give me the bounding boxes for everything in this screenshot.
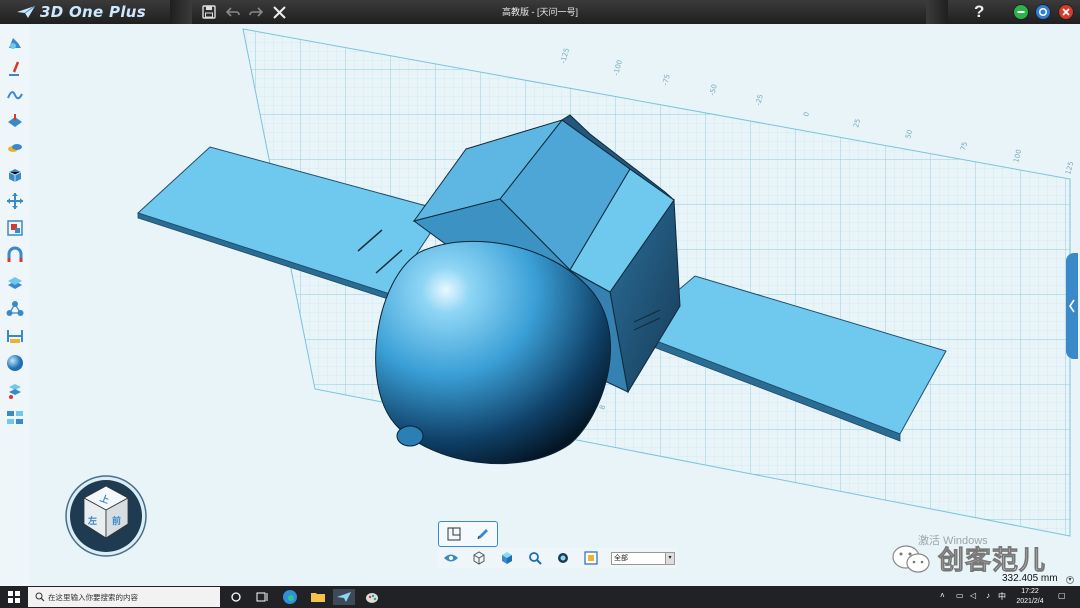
curve-icon[interactable] [6,86,24,104]
clock-time: 17:22 [1021,588,1039,595]
windows-taskbar: 在这里输入你要搜索的内容 ˄ ▭ ◁ ♪ 中 17:22 2021/2/4 ▢ [0,586,1080,608]
titlebar-separator [926,0,948,24]
special-function-icon[interactable] [6,166,24,184]
notification-icon[interactable]: ▢ [1058,591,1066,600]
shaded-cube-icon[interactable] [493,549,521,567]
assembly-icon[interactable] [6,300,24,318]
measure-icon[interactable] [6,327,24,345]
feature-icon[interactable] [6,113,24,131]
close-button[interactable] [1058,4,1074,20]
wireframe-cube-icon[interactable] [465,549,493,567]
wechat-brand: 创客范儿 [890,540,1046,577]
3d-one-plus-taskbar-icon[interactable] [333,589,355,605]
combine-icon[interactable] [6,139,24,157]
grid-label: -125 [559,47,571,64]
magnet-icon[interactable] [6,246,24,264]
measurement-readout: 332.405 mm [1002,573,1058,584]
render-mode-icon[interactable] [577,549,605,567]
scene-canvas[interactable]: -125 -100 -75 -50 -25 0 25 50 75 100 125… [30,24,1080,586]
selection-filter-value: 全部 [614,554,628,562]
community-icon[interactable] [6,382,24,400]
3d-viewport[interactable]: -125 -100 -75 -50 -25 0 25 50 75 100 125… [30,24,1080,586]
dome-port[interactable] [396,425,424,447]
basic-solid-icon[interactable] [6,34,24,52]
title-bar: 3D One Plus 高教版 - [天问一号] ? [0,0,1080,24]
render-icon[interactable] [6,354,24,372]
edge-browser-icon[interactable] [282,589,298,605]
material-icon[interactable] [6,219,24,237]
restore-button[interactable] [1035,4,1051,20]
task-view-icon[interactable] [228,589,244,605]
bottom-toolbar: 全部 ▾ [437,548,677,568]
grid-label: 25 [852,118,862,129]
taskbar-clock[interactable]: 17:22 2021/2/4 [1013,587,1047,607]
grid-label: 75 [959,141,969,152]
grid-label: 100 [1012,149,1023,164]
windows-start-icon[interactable] [6,589,22,605]
search-icon [35,592,45,602]
chevron-down-icon: ▾ [665,552,674,564]
search-placeholder: 在这里输入你要搜索的内容 [48,592,138,602]
view-edit-icon[interactable] [468,522,497,546]
file-explorer-icon[interactable] [310,589,326,605]
wechat-icon [892,544,930,573]
taskbar-search[interactable]: 在这里输入你要搜索的内容 [28,587,220,607]
grid-label: 0 [802,111,811,117]
grid-label: -75 [661,73,672,86]
tray-speaker-icon[interactable]: ♪ [986,591,990,600]
grid-label: 125 [1064,161,1075,176]
brand-text: 创客范儿 [938,545,1047,576]
app-window: 3D One Plus 高教版 - [天问一号] ? -125 -100 -75… [0,0,1080,608]
unit-dropdown-icon[interactable]: ▾ [1066,576,1074,584]
view-cube[interactable]: 上 左 前 [65,475,147,557]
paint-app-icon[interactable] [364,589,380,605]
tray-chevron-icon[interactable]: ˄ [940,591,945,600]
grid-label: 50 [904,129,914,140]
eye-icon[interactable] [437,549,465,567]
tray-network-icon[interactable]: ▭ [956,591,964,600]
help-button[interactable]: ? [974,2,984,22]
tray-volume-icon[interactable]: ◁ [970,591,976,600]
move-icon[interactable] [6,192,24,210]
selection-filter-dropdown[interactable]: 全部 ▾ [611,551,675,565]
clock-date: 2021/2/4 [1016,598,1044,605]
fit-view-icon[interactable] [549,549,577,567]
view-standard-icon[interactable] [439,522,468,546]
sketch-icon[interactable] [6,60,24,78]
view-mode-toggle [438,521,498,547]
view-cube-left-face: 左 [87,515,97,526]
input-method[interactable]: 中 [998,591,1006,602]
window-title: 高教版 - [天问一号] [502,7,578,17]
left-toolbar [0,24,30,586]
multitask-icon[interactable] [254,589,270,605]
distance-icon[interactable] [6,273,24,291]
view-cube-front-face: 前 [112,515,121,526]
zoom-icon[interactable] [521,549,549,567]
grid-label: -25 [754,93,765,106]
grid-label: -50 [708,83,719,96]
grid-label: -100 [612,59,624,76]
side-panel-toggle[interactable] [1066,253,1078,359]
minimize-button[interactable] [1013,4,1029,20]
pattern-icon[interactable] [6,409,24,427]
